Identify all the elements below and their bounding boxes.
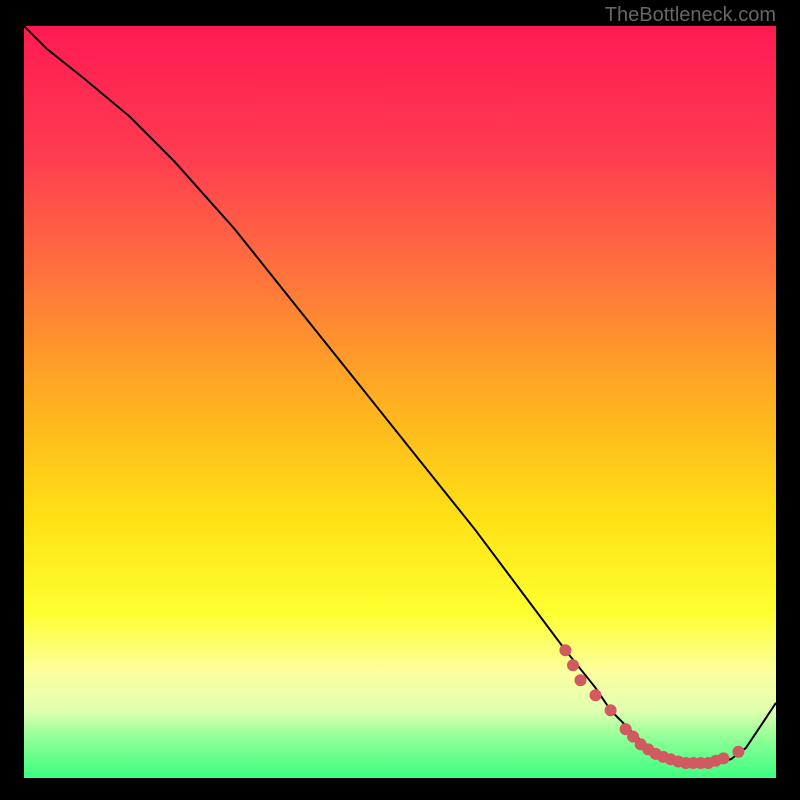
plot-area — [24, 26, 776, 778]
watermark-text: TheBottleneck.com — [605, 4, 776, 27]
gradient-background — [24, 26, 776, 778]
chart-svg — [24, 26, 776, 778]
chart-container: TheBottleneck.com — [0, 0, 800, 800]
